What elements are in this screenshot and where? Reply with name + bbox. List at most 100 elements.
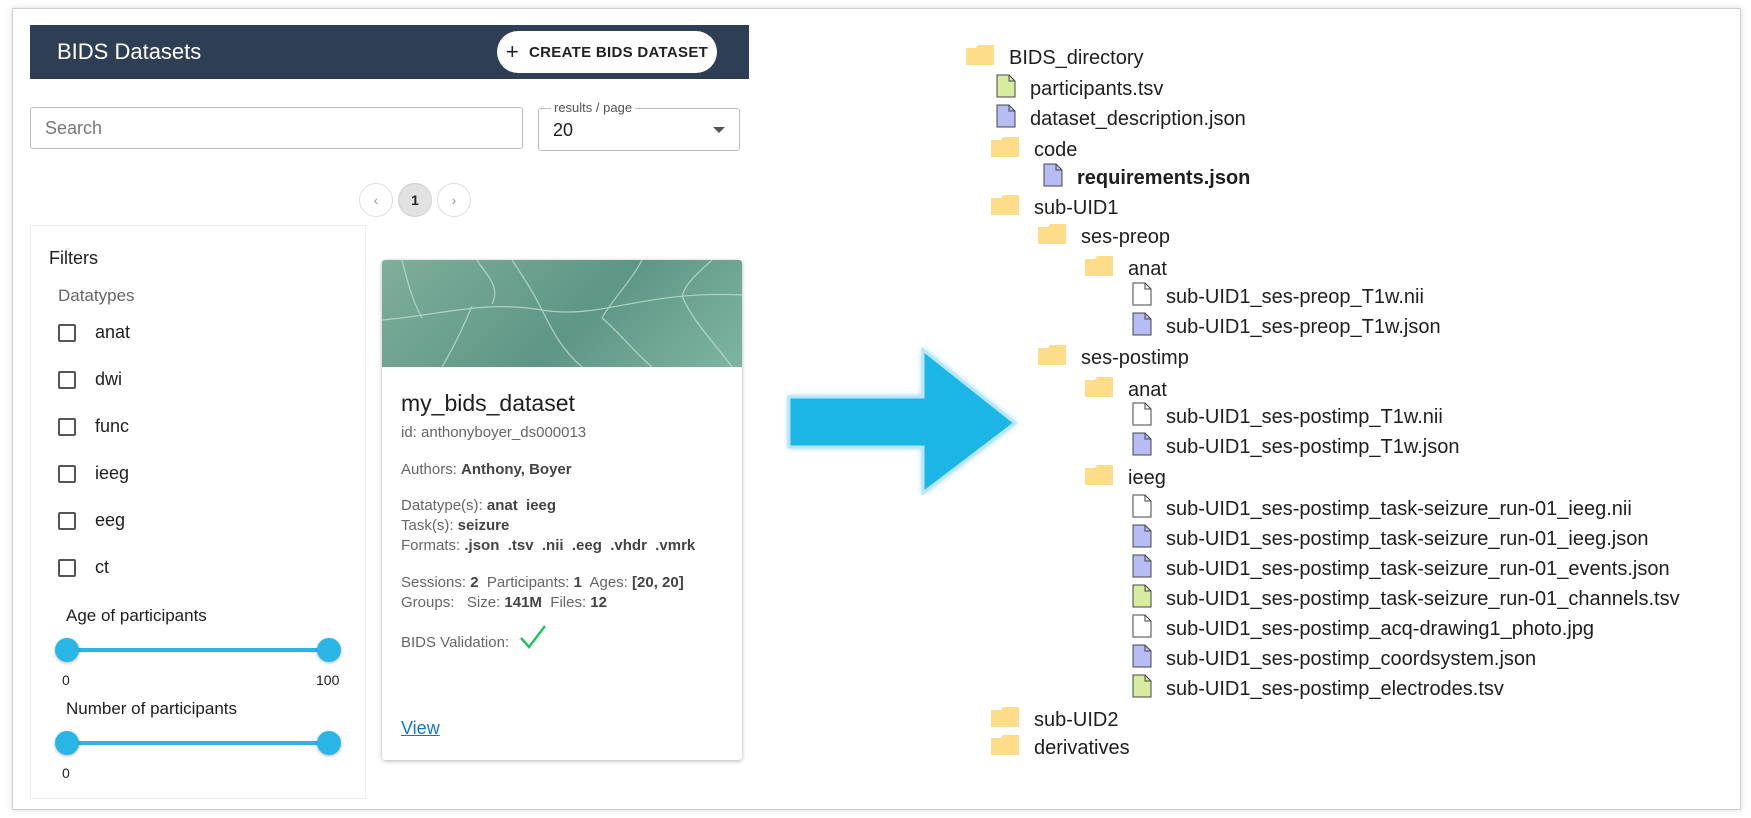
tree-item-label: sub-UID1_ses-postimp_task-seizure_run-01… <box>1166 587 1680 610</box>
prev-page-button[interactable]: ‹ <box>359 183 393 217</box>
datatype-filter-ct[interactable]: ct <box>58 557 109 578</box>
folder-icon <box>1037 344 1067 372</box>
folder-icon <box>1037 223 1067 251</box>
dataset-id: id: anthonyboyer_ds000013 <box>401 424 587 441</box>
json-file-icon <box>1132 524 1152 554</box>
datatype-filter-anat[interactable]: anat <box>58 322 130 343</box>
tree-folder[interactable]: derivatives <box>990 734 1130 762</box>
tree-file[interactable]: sub-UID1_ses-postimp_electrodes.tsv <box>1132 674 1504 704</box>
json-file-icon <box>996 104 1016 134</box>
tree-file[interactable]: sub-UID1_ses-postimp_coordsystem.json <box>1132 644 1536 674</box>
tree-file[interactable]: requirements.json <box>1043 163 1250 193</box>
tree-file[interactable]: sub-UID1_ses-postimp_acq-drawing1_photo.… <box>1132 614 1594 644</box>
checkbox[interactable] <box>58 417 76 436</box>
tree-folder[interactable]: ieeg <box>1084 464 1166 492</box>
next-page-button[interactable]: › <box>437 183 471 217</box>
tree-item-label: dataset_description.json <box>1030 107 1246 130</box>
tree-folder[interactable]: BIDS_directory <box>965 44 1144 72</box>
folder-icon <box>990 194 1020 222</box>
page-1-button[interactable]: 1 <box>398 183 432 217</box>
tree-item-label: sub-UID1 <box>1034 196 1119 219</box>
checkbox[interactable] <box>58 370 76 389</box>
tree-item-label: ses-preop <box>1081 225 1170 248</box>
checkbox[interactable] <box>58 558 76 577</box>
tree-file[interactable]: sub-UID1_ses-postimp_task-seizure_run-01… <box>1132 584 1680 614</box>
folder-icon <box>990 136 1020 164</box>
files-label: Files: <box>550 594 587 611</box>
tree-item-label: derivatives <box>1034 736 1130 759</box>
tree-folder[interactable]: code <box>990 136 1077 164</box>
tree-item-label: anat <box>1128 257 1167 280</box>
tree-item-label: sub-UID1_ses-postimp_task-seizure_run-01… <box>1166 527 1649 550</box>
results-per-page-value: 20 <box>553 120 574 140</box>
tree-file[interactable]: sub-UID1_ses-postimp_T1w.json <box>1132 432 1459 462</box>
datatype-filter-eeg[interactable]: eeg <box>58 510 125 531</box>
create-button-label: CREATE BIDS DATASET <box>529 43 709 61</box>
results-per-page-label: results / page <box>551 100 636 115</box>
view-dataset-link[interactable]: View <box>401 718 440 739</box>
datatype-filter-dwi[interactable]: dwi <box>58 369 122 390</box>
tree-item-label: sub-UID2 <box>1034 708 1119 731</box>
validation-line: BIDS Validation: <box>401 625 547 654</box>
tree-folder[interactable]: anat <box>1084 255 1167 283</box>
tree-folder[interactable]: sub-UID2 <box>990 706 1118 734</box>
size-value: 141M <box>504 594 542 611</box>
datatype-filter-ieeg[interactable]: ieeg <box>58 463 129 484</box>
filters-panel: Filters Datatypes anat dwi func ieeg eeg… <box>30 225 366 799</box>
create-bids-dataset-button[interactable]: + CREATE BIDS DATASET <box>497 31 717 73</box>
ages-label: Ages: <box>589 574 628 591</box>
tree-item-label: sub-UID1_ses-postimp_task-seizure_run-01… <box>1166 497 1632 520</box>
sessions-value: 2 <box>470 574 479 591</box>
dataset-name: my_bids_dataset <box>401 390 575 416</box>
age-slider-label: Age of participants <box>66 606 207 625</box>
age-max-handle[interactable] <box>317 638 341 662</box>
tree-file[interactable]: sub-UID1_ses-postimp_T1w.nii <box>1132 402 1443 432</box>
datatype-filter-func[interactable]: func <box>58 416 129 437</box>
tree-file[interactable]: sub-UID1_ses-postimp_task-seizure_run-01… <box>1132 554 1670 584</box>
app-title: BIDS Datasets <box>57 39 202 64</box>
folder-icon <box>965 44 995 72</box>
age-min-handle[interactable] <box>55 638 79 662</box>
tree-folder[interactable]: ses-preop <box>1037 223 1170 251</box>
results-per-page-select[interactable]: results / page 20 <box>538 100 740 151</box>
age-min-value: 0 <box>62 672 70 688</box>
tsv-file-icon <box>996 74 1016 104</box>
tree-folder[interactable]: ses-postimp <box>1037 344 1189 372</box>
filters-title: Filters <box>49 248 98 268</box>
tree-file[interactable]: participants.tsv <box>996 74 1163 104</box>
checkmark-icon <box>519 624 547 654</box>
tasks-value: seizure <box>457 517 510 534</box>
tree-folder[interactable]: sub-UID1 <box>990 194 1118 222</box>
tree-file[interactable]: sub-UID1_ses-preop_T1w.nii <box>1132 282 1424 312</box>
participants-max-handle[interactable] <box>317 731 341 755</box>
tree-item-label: sub-UID1_ses-postimp_task-seizure_run-01… <box>1166 557 1670 580</box>
folder-icon <box>1084 376 1114 404</box>
participants-min-handle[interactable] <box>55 731 79 755</box>
dataset-thumbnail-image <box>382 260 742 367</box>
participants-value: 1 <box>573 574 582 591</box>
age-range-slider[interactable] <box>55 638 341 662</box>
participants-range-slider[interactable] <box>55 731 341 755</box>
json-file-icon <box>1132 432 1152 462</box>
tree-file[interactable]: sub-UID1_ses-postimp_task-seizure_run-01… <box>1132 524 1648 554</box>
tree-folder[interactable]: anat <box>1084 376 1167 404</box>
checkbox-label: func <box>95 416 130 436</box>
authors-value: Anthony, Boyer <box>461 461 572 478</box>
checkbox[interactable] <box>58 464 76 483</box>
size-label: Size: <box>466 594 501 611</box>
checkbox[interactable] <box>58 323 76 342</box>
tree-file[interactable]: dataset_description.json <box>996 104 1246 134</box>
plain-file-icon <box>1132 614 1152 644</box>
checkbox-label: eeg <box>95 510 126 530</box>
plain-file-icon <box>1132 282 1152 312</box>
tsv-file-icon <box>1132 674 1152 704</box>
tree-file[interactable]: sub-UID1_ses-preop_T1w.json <box>1132 312 1441 342</box>
sessions-label: Sessions: <box>401 574 467 591</box>
checkbox[interactable] <box>58 511 76 530</box>
search-input[interactable] <box>31 108 522 148</box>
right-arrow-icon <box>783 345 1023 500</box>
tree-file[interactable]: sub-UID1_ses-postimp_task-seizure_run-01… <box>1132 494 1632 524</box>
datatypes-label: Datatype(s): <box>401 497 483 514</box>
search-field[interactable] <box>30 107 523 149</box>
plain-file-icon <box>1132 494 1152 524</box>
